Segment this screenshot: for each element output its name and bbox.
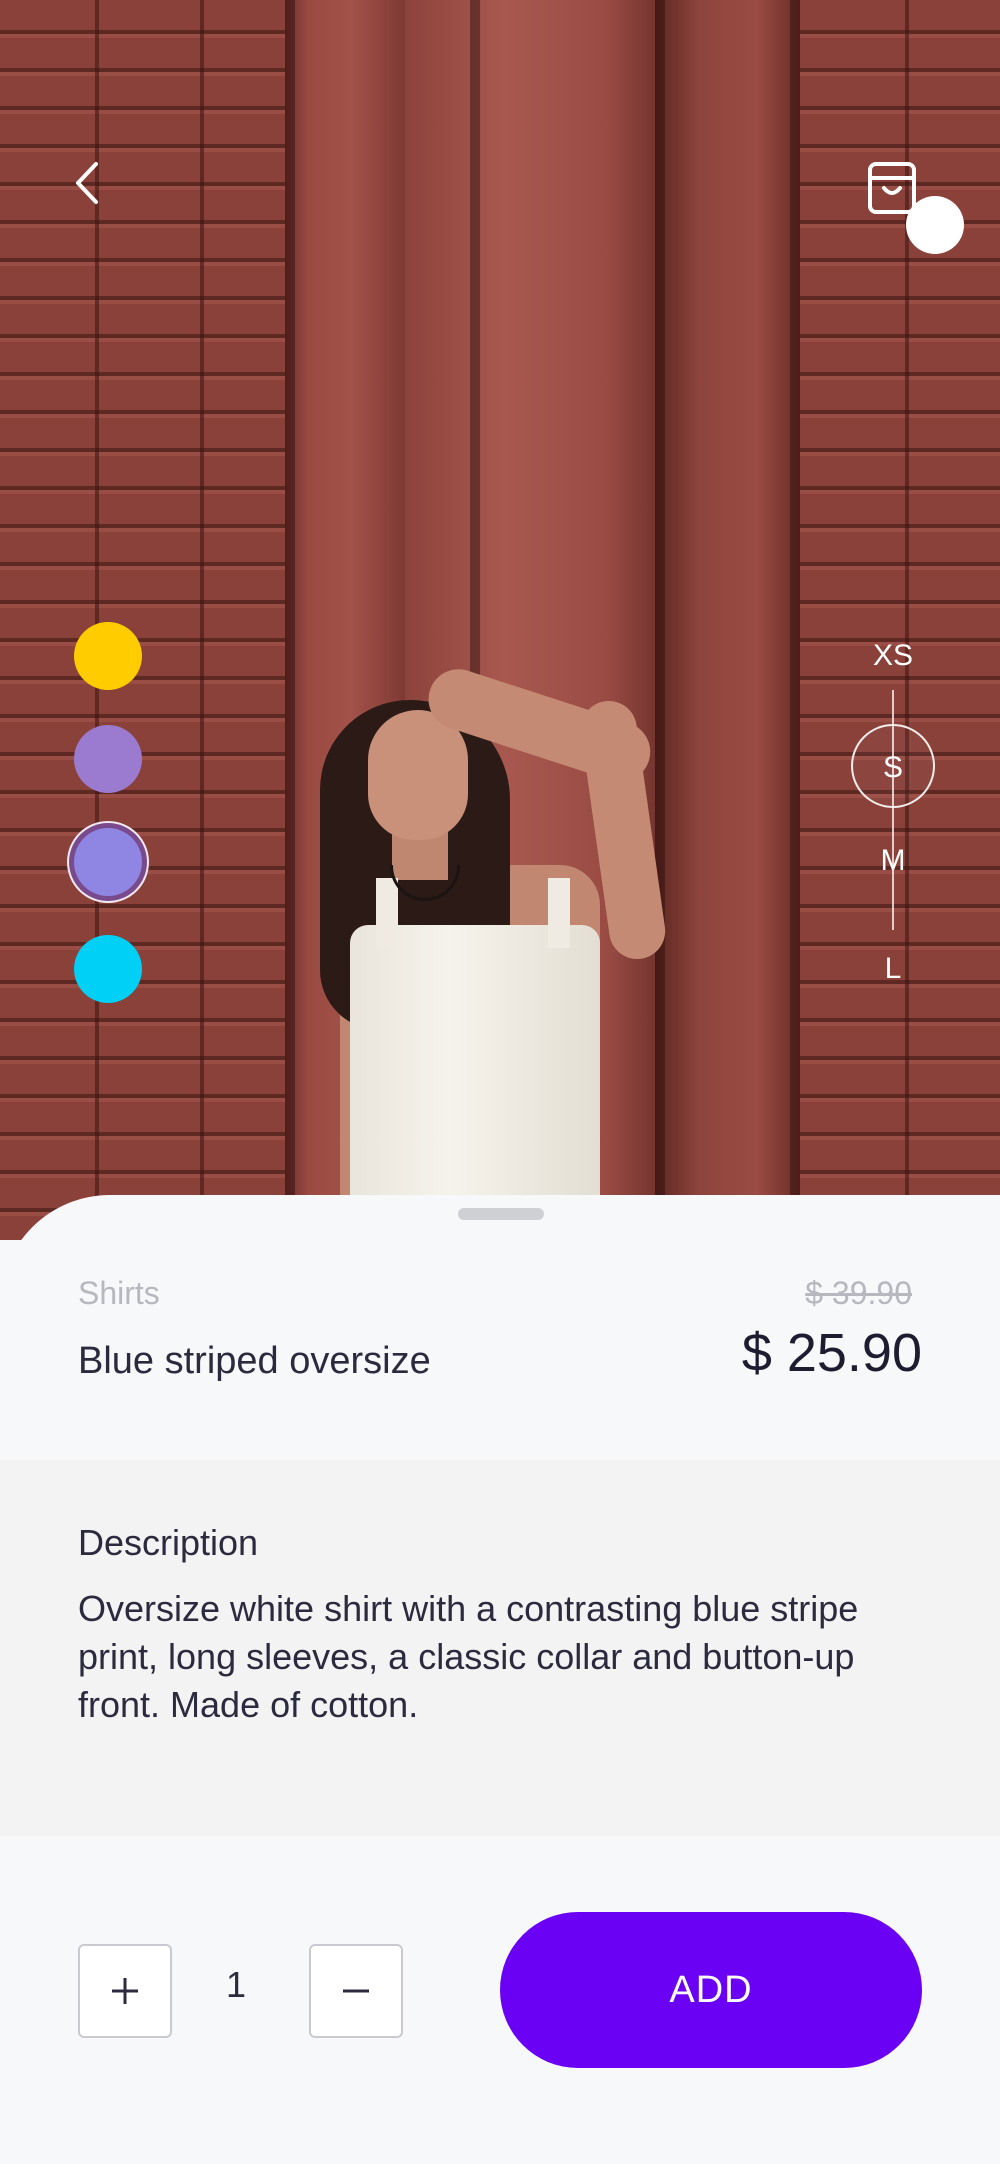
original-price: $ 39.90 (805, 1275, 912, 1311)
description-title: Description (78, 1522, 259, 1563)
size-option-l[interactable]: L (851, 927, 935, 1011)
minus-icon (343, 1989, 369, 1993)
product-name: Blue striped oversize (78, 1340, 431, 1382)
color-swatch-cyan[interactable] (74, 935, 142, 1003)
color-swatch-periwinkle[interactable] (74, 828, 142, 896)
size-option-m[interactable]: M (851, 819, 935, 903)
cart-badge (906, 196, 964, 254)
model-figure (280, 640, 760, 1240)
color-swatch-yellow[interactable] (74, 622, 142, 690)
increase-quantity-button[interactable] (78, 1944, 172, 2038)
description-text: Oversize white shirt with a contrasting … (78, 1588, 859, 1725)
decrease-quantity-button[interactable] (309, 1944, 403, 2038)
size-option-xs[interactable]: XS (851, 614, 935, 698)
chevron-left-icon (76, 162, 98, 204)
shutter-left (0, 0, 285, 1240)
size-option-s[interactable]: S (851, 724, 935, 808)
plus-icon (112, 1978, 138, 2004)
product-hero-image (0, 0, 1000, 1240)
product-category: Shirts (78, 1275, 160, 1311)
quantity-value: 1 (225, 1964, 247, 2005)
back-button[interactable] (68, 158, 108, 208)
add-to-cart-button[interactable]: ADD (500, 1912, 922, 2068)
color-swatch-lavender[interactable] (74, 725, 142, 793)
sheet-drag-handle[interactable] (458, 1208, 544, 1220)
sale-price: $ 25.90 (741, 1323, 922, 1383)
